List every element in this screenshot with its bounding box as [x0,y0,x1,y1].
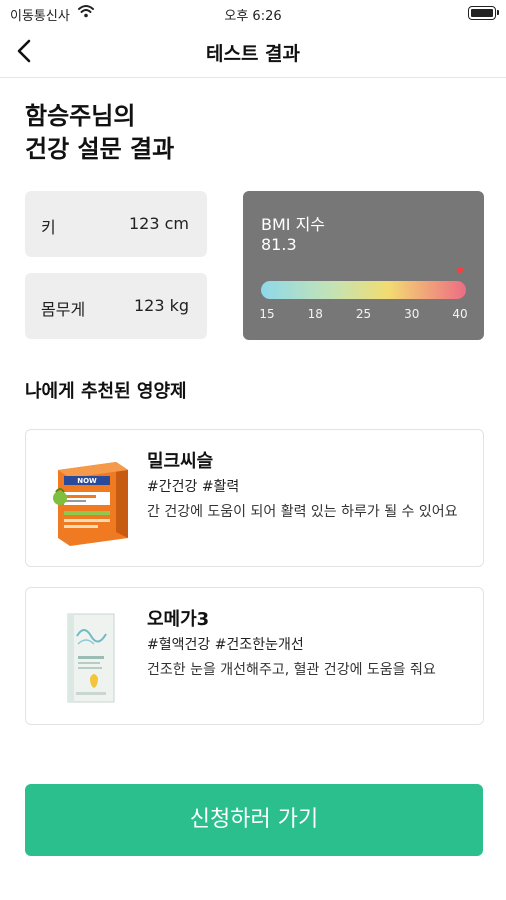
bmi-scale-tick: 30 [404,307,420,321]
height-card: 키 123 cm [25,191,207,257]
bmi-scale-tick: 25 [355,307,372,321]
supplement-tags: #혈액건강 #건조한눈개선 [147,637,304,653]
bmi-label: BMI 지수 [261,215,326,234]
nav-bar: 테스트 결과 [0,26,506,78]
weight-card: 몸무게 123 kg [25,273,207,339]
result-headline: 함승주님의 건강 설문 결과 [25,100,174,166]
weight-value: 123 kg [133,296,189,315]
bmi-scale-tick: 18 [307,307,323,321]
status-time: 오후 6:26 [224,9,282,24]
headline-user: 함승주님의 [25,102,136,130]
bmi-scale-tick: 15 [259,307,275,321]
page-title: 테스트 결과 [205,43,300,65]
status-bar: 이동통신사 오후 6:26 [0,0,506,26]
supplement-tags: #간건강 #활력 [147,479,240,495]
apply-button[interactable]: 신청하러 가기 [25,784,483,856]
supplement-description: 건조한 눈을 개선해주고, 혈관 건강에 도움을 줘요 [147,662,436,678]
headline-subtitle: 건강 설문 결과 [25,135,175,163]
supplement-name: 오메가3 [147,609,210,630]
omega3-image [48,606,138,706]
battery-icon [468,6,499,20]
supplement-name: 밀크씨슬 [147,451,214,472]
bmi-scale-tick: 40 [452,307,468,321]
supplement-card-omega3[interactable]: 오메가3 #혈액건강 #건조한눈개선 건조한 눈을 개선해주고, 혈관 건강에 … [25,587,484,725]
height-value: 123 cm [128,214,189,233]
milk-thistle-image: NOW [48,448,138,548]
weight-label: 몸무게 [41,300,86,319]
supplement-card-milk-thistle[interactable]: NOW 밀크씨슬 #간건강 #활력 간 건강에 도움이 되어 활력 있는 하루가… [25,429,484,567]
bmi-gradient-bar [261,281,466,299]
bmi-value: 81.3 [261,235,297,254]
supplement-description: 간 건강에 도움이 되어 활력 있는 하루가 될 수 있어요 [147,504,458,520]
bmi-marker [457,267,463,273]
bmi-card: BMI 지수 81.3 15 18 25 30 40 [243,191,484,340]
svg-text:NOW: NOW [77,477,97,485]
recommend-title: 나에게 추천된 영양제 [25,381,187,402]
height-label: 키 [41,218,56,237]
